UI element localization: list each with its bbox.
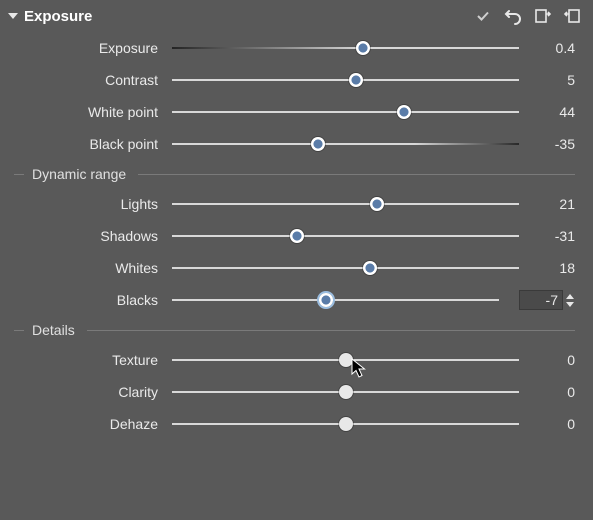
shadows-label: Shadows [0, 228, 172, 244]
texture-value: 0 [519, 352, 575, 368]
texture-label: Texture [0, 352, 172, 368]
blacks-row: Blacks [0, 284, 593, 316]
undo-icon[interactable] [503, 6, 523, 26]
shadows-row: Shadows -31 [0, 220, 593, 252]
blacks-label: Blacks [0, 292, 172, 308]
header-icons [473, 6, 583, 26]
panel-header: Exposure [0, 0, 593, 32]
section-label-text: Dynamic range [32, 166, 126, 182]
shadows-thumb[interactable] [290, 229, 304, 243]
whitepoint-row: White point 44 [0, 96, 593, 128]
clipboard-out-icon[interactable] [533, 6, 553, 26]
blacks-value-input[interactable] [519, 290, 563, 310]
whites-thumb[interactable] [363, 261, 377, 275]
contrast-thumb[interactable] [349, 73, 363, 87]
lights-thumb[interactable] [370, 197, 384, 211]
lights-slider[interactable] [172, 196, 519, 212]
whitepoint-thumb[interactable] [397, 105, 411, 119]
whitepoint-value: 44 [519, 104, 575, 120]
blacks-step-up[interactable] [565, 292, 575, 300]
lights-value: 21 [519, 196, 575, 212]
whitepoint-slider[interactable] [172, 104, 519, 120]
exposure-slider[interactable] [172, 40, 519, 56]
blacks-thumb[interactable] [319, 293, 333, 307]
whites-row: Whites 18 [0, 252, 593, 284]
blackpoint-slider[interactable] [172, 136, 519, 152]
section-details: Details [0, 316, 593, 344]
section-label-text: Details [32, 322, 75, 338]
blackpoint-value: -35 [519, 136, 575, 152]
dehaze-row: Dehaze 0 [0, 408, 593, 440]
whites-label: Whites [0, 260, 172, 276]
panel-title: Exposure [24, 8, 92, 25]
shadows-value: -31 [519, 228, 575, 244]
exposure-label: Exposure [0, 40, 172, 56]
collapse-icon[interactable] [8, 13, 18, 19]
clarity-row: Clarity 0 [0, 376, 593, 408]
blacks-slider[interactable] [172, 292, 499, 308]
blackpoint-thumb[interactable] [311, 137, 325, 151]
lights-label: Lights [0, 196, 172, 212]
check-icon[interactable] [473, 6, 493, 26]
exposure-panel: Exposure Exposure 0.4 Contrast 5 White point… [0, 0, 593, 520]
contrast-row: Contrast 5 [0, 64, 593, 96]
texture-slider[interactable] [172, 352, 519, 368]
clarity-value: 0 [519, 384, 575, 400]
dehaze-slider[interactable] [172, 416, 519, 432]
whites-slider[interactable] [172, 260, 519, 276]
shadows-slider[interactable] [172, 228, 519, 244]
contrast-label: Contrast [0, 72, 172, 88]
dehaze-label: Dehaze [0, 416, 172, 432]
clipboard-in-icon[interactable] [563, 6, 583, 26]
dehaze-value: 0 [519, 416, 575, 432]
blackpoint-row: Black point -35 [0, 128, 593, 160]
blacks-value-spinner[interactable] [499, 290, 575, 310]
dehaze-thumb[interactable] [339, 417, 353, 431]
clarity-slider[interactable] [172, 384, 519, 400]
exposure-row: Exposure 0.4 [0, 32, 593, 64]
exposure-value: 0.4 [519, 40, 575, 56]
lights-row: Lights 21 [0, 188, 593, 220]
texture-thumb[interactable] [339, 353, 353, 367]
blackpoint-label: Black point [0, 136, 172, 152]
whitepoint-label: White point [0, 104, 172, 120]
exposure-thumb[interactable] [356, 41, 370, 55]
blacks-step-down[interactable] [565, 300, 575, 308]
whites-value: 18 [519, 260, 575, 276]
texture-row: Texture 0 [0, 344, 593, 376]
section-dynamic-range: Dynamic range [0, 160, 593, 188]
contrast-value: 5 [519, 72, 575, 88]
clarity-thumb[interactable] [339, 385, 353, 399]
contrast-slider[interactable] [172, 72, 519, 88]
clarity-label: Clarity [0, 384, 172, 400]
